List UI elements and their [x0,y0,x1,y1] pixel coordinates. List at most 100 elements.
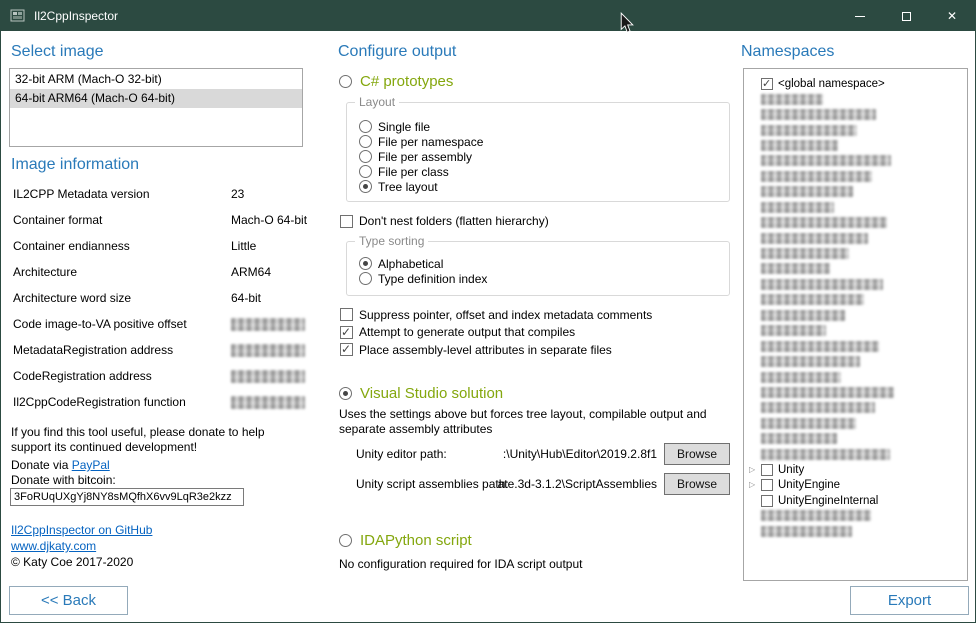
back-button[interactable]: << Back [9,586,128,615]
namespace-item-redacted [749,292,967,307]
redacted-namespace [761,526,852,537]
namespace-item-redacted [749,308,967,323]
type-sorting-options: AlphabeticalType definition index [347,242,729,286]
namespace-label: Unity [778,464,804,476]
info-row: Il2CppCodeRegistration function [13,395,305,421]
namespace-item-redacted [749,277,967,292]
unity-script-browse-button[interactable]: Browse [664,473,730,495]
info-label: IL2CPP Metadata version [13,187,231,201]
namespace-item-redacted [749,416,967,431]
info-label: Code image-to-VA positive offset [13,317,231,331]
radio-idapython-script[interactable]: IDAPython script [339,532,472,549]
redacted-namespace [761,94,823,105]
paypal-line: Donate via PayPal [11,458,110,472]
unity-editor-path-value: :\Unity\Hub\Editor\2019.2.8f1 [461,447,657,461]
maximize-button[interactable] [883,1,929,31]
idapython-script-label: IDAPython script [360,532,472,549]
namespace-item-redacted [749,138,967,153]
github-link[interactable]: Il2CppInspector on GitHub [11,523,152,537]
info-value: ARM64 [231,265,271,279]
app-window: Il2CppInspector ✕ Select image 32-bit AR… [0,0,976,623]
redacted-value [231,344,305,357]
close-icon: ✕ [947,10,957,22]
bitcoin-address-input[interactable] [10,488,244,506]
namespaces-heading: Namespaces [741,43,834,61]
namespace-item-redacted [749,508,967,523]
layout-options: Single fileFile per namespaceFile per as… [347,103,729,194]
radio-visual-studio-solution[interactable]: Visual Studio solution [339,385,503,402]
namespace-item-global-namespace[interactable]: <global namespace> [749,76,967,91]
radio-option-single-file[interactable]: Single file [359,119,729,134]
radio-icon [339,75,352,88]
donate-message: If you find this tool useful, please don… [11,425,303,455]
maximize-icon [902,12,911,21]
namespace-item-redacted [749,184,967,199]
checkbox-dont-nest-folders[interactable]: Don't nest folders (flatten hierarchy) [340,214,549,228]
redacted-namespace [761,402,875,413]
namespace-item-redacted [749,447,967,462]
info-row: MetadataRegistration address [13,343,305,369]
unity-editor-browse-button[interactable]: Browse [664,443,730,465]
redacted-namespace [761,109,876,120]
radio-option-file-per-assembly[interactable]: File per assembly [359,149,729,164]
configure-output-heading: Configure output [338,43,456,61]
radio-icon [359,272,372,285]
app-icon [10,8,26,24]
image-list-item-32-bit-arm-mach-o-32-bit[interactable]: 32-bit ARM (Mach-O 32-bit) [10,70,302,89]
paypal-link[interactable]: PayPal [72,458,110,472]
csharp-prototypes-label: C# prototypes [360,73,453,90]
redacted-namespace [761,294,864,305]
minimize-icon [855,16,865,17]
radio-option-tree-layout[interactable]: Tree layout [359,179,729,194]
radio-option-file-per-class[interactable]: File per class [359,164,729,179]
checkbox-place-assembly-level-attributes-in-separate-files[interactable]: Place assembly-level attributes in separ… [340,341,732,359]
checkbox-label: Suppress pointer, offset and index metad… [359,308,652,322]
image-list-item-64-bit-arm64-mach-o-64-bit[interactable]: 64-bit ARM64 (Mach-O 64-bit) [10,89,302,108]
visual-studio-solution-label: Visual Studio solution [360,385,503,402]
namespace-label: UnityEngineInternal [778,495,878,507]
title-bar[interactable]: Il2CppInspector ✕ [1,1,975,31]
namespace-item-redacted [749,369,967,384]
expander-icon[interactable]: ▷ [749,466,761,474]
expander-icon[interactable]: ▷ [749,481,761,489]
checkbox-attempt-to-generate-output-that-compiles[interactable]: Attempt to generate output that compiles [340,324,732,342]
info-row: Architecture word size64-bit [13,291,305,317]
radio-icon [359,135,372,148]
redacted-namespace [761,140,838,151]
redacted-namespace [761,217,887,228]
info-value: Mach-O 64-bit [231,213,307,227]
radio-option-type-definition-index[interactable]: Type definition index [359,271,729,286]
namespace-item-redacted [749,354,967,369]
redacted-namespace [761,310,845,321]
namespace-item-redacted [749,122,967,137]
type-sorting-group-title: Type sorting [355,234,428,248]
window-title: Il2CppInspector [34,9,837,23]
export-button[interactable]: Export [850,586,969,615]
checkbox-label: Place assembly-level attributes in separ… [359,343,612,357]
radio-csharp-prototypes[interactable]: C# prototypes [339,73,453,90]
radio-option-alphabetical[interactable]: Alphabetical [359,256,729,271]
layout-group-title: Layout [355,95,399,109]
image-listbox[interactable]: 32-bit ARM (Mach-O 32-bit)64-bit ARM64 (… [9,68,303,147]
unity-script-path-value: ate.3d-3.1.2\ScriptAssemblies [461,477,657,491]
redacted-namespace [761,433,837,444]
redacted-namespace [761,263,830,274]
namespaces-list[interactable]: <global namespace> ▷ Unity▷UnityEngine Unit… [743,68,968,581]
namespace-item-redacted [749,261,967,276]
layout-groupbox: Layout Single fileFile per namespaceFile… [346,102,730,202]
close-button[interactable]: ✕ [929,1,975,31]
minimize-button[interactable] [837,1,883,31]
namespace-item-unityengineinternal[interactable]: UnityEngineInternal [749,493,967,508]
namespace-item-redacted [749,431,967,446]
redacted-namespace [761,155,891,166]
redacted-value [231,396,305,409]
info-row: Container endiannessLittle [13,239,305,265]
namespace-item-unity[interactable]: ▷ Unity [749,462,967,477]
info-value: 64-bit [231,291,261,305]
radio-option-file-per-namespace[interactable]: File per namespace [359,134,729,149]
checkbox-suppress-pointer-offset-and-index-metadata-comments[interactable]: Suppress pointer, offset and index metad… [340,306,732,324]
bitcoin-label: Donate with bitcoin: [11,473,116,487]
namespace-item-unityengine[interactable]: ▷UnityEngine [749,477,967,492]
website-link[interactable]: www.djkaty.com [11,539,96,553]
checkbox-icon [340,308,353,321]
